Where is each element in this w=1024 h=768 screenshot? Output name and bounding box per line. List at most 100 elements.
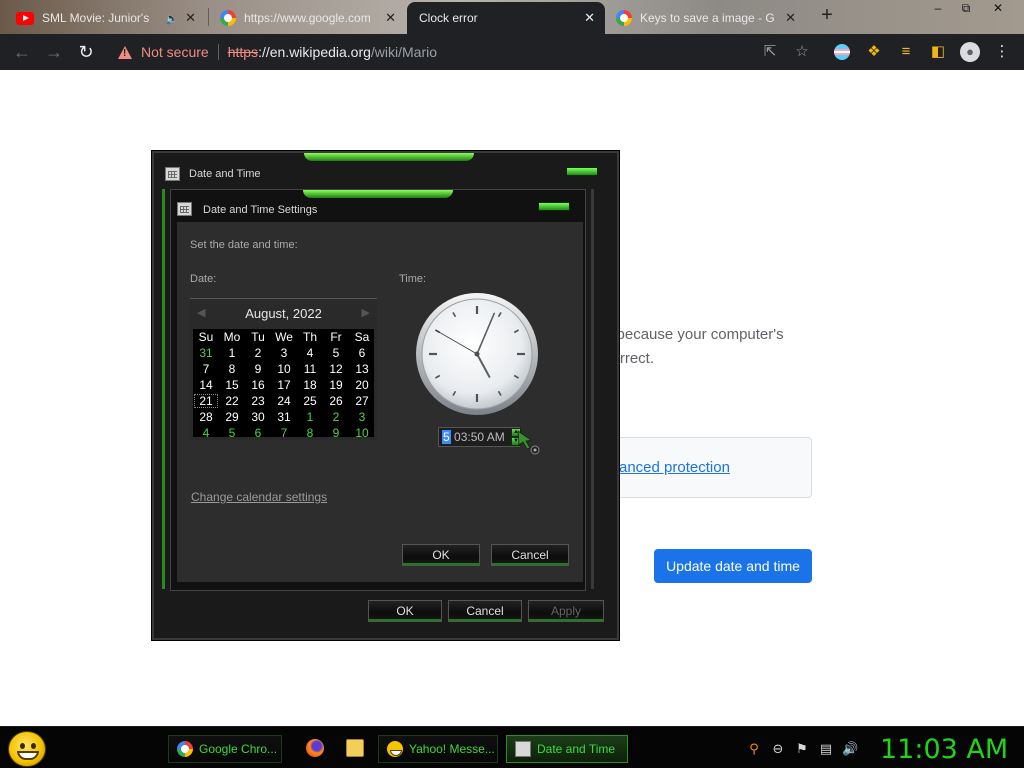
volume-icon[interactable]: 🔊 (842, 741, 858, 757)
reading-list-icon[interactable]: ≡ (896, 42, 916, 62)
calendar-day[interactable]: 12 (323, 361, 349, 377)
calendar-day[interactable]: 7 (271, 425, 297, 441)
tab-google[interactable]: https://www.google.com ✕ (210, 2, 406, 34)
firefox-icon[interactable] (306, 739, 324, 757)
new-tab-button[interactable]: + (816, 4, 838, 28)
speaker-icon[interactable]: 🔈 (165, 12, 179, 25)
tab-title: Clock error (419, 11, 478, 25)
tab-close-icon[interactable]: ✕ (584, 10, 595, 26)
calendar-day[interactable]: 17 (271, 377, 297, 393)
outer-cancel-button[interactable]: Cancel (448, 600, 522, 622)
cancel-button[interactable]: Cancel (491, 544, 569, 566)
scroll-track[interactable] (591, 189, 594, 589)
close-window-button[interactable]: ✕ (984, 0, 1012, 18)
calendar-day[interactable]: 20 (349, 377, 375, 393)
calendar-day[interactable]: 6 (245, 425, 271, 441)
calendar-day[interactable]: 25 (297, 393, 323, 409)
start-button[interactable] (8, 731, 46, 767)
time-input[interactable]: 5 03:50 AM (438, 427, 520, 447)
restore-button[interactable]: ⧉ (952, 0, 980, 18)
calendar-day[interactable]: 22 (219, 393, 245, 409)
tab-clock-error[interactable]: Clock error ✕ (407, 2, 605, 34)
change-calendar-settings-link[interactable]: Change calendar settings (191, 490, 327, 504)
taskbar-clock[interactable]: 11:03 AM (880, 734, 1008, 765)
month-year-header[interactable]: August, 2022 (190, 306, 377, 321)
calendar-day[interactable]: 10 (271, 361, 297, 377)
close-button[interactable] (566, 167, 598, 176)
forward-button[interactable]: → (42, 40, 66, 64)
calendar-day[interactable]: 8 (219, 361, 245, 377)
extension-flag-icon[interactable] (832, 42, 852, 62)
back-button[interactable]: ← (10, 40, 34, 64)
calendar-day[interactable]: 3 (271, 345, 297, 361)
ok-button[interactable]: OK (402, 544, 480, 566)
reload-button[interactable]: ↻ (74, 40, 98, 64)
tab-youtube[interactable]: SML Movie: Junior's 🔈 ✕ (6, 2, 206, 34)
close-button[interactable] (538, 202, 570, 211)
calendar-day[interactable]: 28 (193, 409, 219, 425)
calendar-day[interactable]: 1 (219, 345, 245, 361)
tab-close-icon[interactable]: ✕ (385, 10, 396, 26)
calendar-day[interactable]: 18 (297, 377, 323, 393)
minimize-button[interactable]: – (924, 0, 952, 18)
calendar-day[interactable]: 2 (245, 345, 271, 361)
outer-ok-button[interactable]: OK (368, 600, 442, 622)
calendar-day[interactable]: 7 (193, 361, 219, 377)
calendar-day[interactable]: 26 (323, 393, 349, 409)
taskbar-item-yahoo[interactable]: Yahoo! Messe... (378, 735, 498, 763)
next-month-button[interactable]: ▶ (362, 306, 370, 319)
calendar-day[interactable]: 23 (245, 393, 271, 409)
calendar-day[interactable]: 31 (271, 409, 297, 425)
calendar-day[interactable]: 4 (297, 345, 323, 361)
tab-keys-save-image[interactable]: Keys to save a image - G ✕ (606, 2, 806, 34)
search-icon[interactable]: ⚲ (746, 741, 762, 757)
calendar-day[interactable]: 29 (219, 409, 245, 425)
taskbar-item-date-time[interactable]: Date and Time (506, 735, 628, 763)
menu-kebab-icon[interactable]: ⋮ (992, 42, 1012, 62)
bookmark-star-icon[interactable]: ☆ (792, 42, 812, 62)
network-icon[interactable]: ▤ (818, 741, 834, 757)
calendar-day[interactable]: 3 (349, 409, 375, 425)
share-icon[interactable]: ⇱ (760, 42, 780, 62)
calendar-day[interactable]: 11 (297, 361, 323, 377)
calendar-day[interactable]: 15 (219, 377, 245, 393)
weekday-header: Fr (330, 330, 342, 344)
calendar-day[interactable]: 9 (323, 425, 349, 441)
calendar-day[interactable]: 2 (323, 409, 349, 425)
weekday-header: Mo (223, 330, 241, 344)
folder-icon[interactable] (346, 739, 364, 757)
calendar-day[interactable]: 1 (297, 409, 323, 425)
action-center-flag-icon[interactable]: ⚑ (794, 741, 810, 757)
minus-circle-icon[interactable]: ⊖ (770, 741, 786, 757)
calendar-day[interactable]: 9 (245, 361, 271, 377)
calendar-day[interactable]: 8 (297, 425, 323, 441)
calendar-day[interactable]: 5 (323, 345, 349, 361)
calendar: ◀ August, 2022 ▶ Su Mo Tu We Th Fr Sa 31 1 2 3 4 5 6 7… (190, 298, 377, 440)
tab-close-icon[interactable]: ✕ (185, 10, 196, 26)
enhanced-protection-link[interactable]: anced protection (619, 459, 730, 476)
extensions-puzzle-icon[interactable]: ❖ (864, 42, 884, 62)
calendar-day[interactable]: 6 (349, 345, 375, 361)
side-panel-icon[interactable]: ◧ (928, 42, 948, 62)
update-date-time-button[interactable]: Update date and time (654, 549, 812, 583)
time-hour-segment[interactable]: 5 (442, 430, 451, 444)
security-status[interactable]: Not secure (141, 44, 209, 60)
calendar-day[interactable]: 24 (271, 393, 297, 409)
calendar-day[interactable]: 16 (245, 377, 271, 393)
calendar-day[interactable]: 13 (349, 361, 375, 377)
address-bar[interactable]: Not secure https://en.wikipedia.org/wiki… (112, 38, 752, 66)
calendar-day[interactable]: 4 (193, 425, 219, 441)
tab-close-icon[interactable]: ✕ (785, 10, 796, 26)
profile-avatar[interactable]: ● (960, 42, 980, 62)
calendar-day[interactable]: 10 (349, 425, 375, 441)
apply-button[interactable]: Apply (528, 600, 604, 622)
calendar-day[interactable]: 14 (193, 377, 219, 393)
calendar-day[interactable]: 5 (219, 425, 245, 441)
calendar-day[interactable]: 21 (193, 393, 219, 409)
calendar-day[interactable]: 31 (193, 345, 219, 361)
calendar-day[interactable]: 30 (245, 409, 271, 425)
taskbar-item-chrome[interactable]: Google Chro... (168, 735, 282, 763)
taskbar-item-label: Yahoo! Messe... (409, 742, 495, 756)
calendar-day[interactable]: 27 (349, 393, 375, 409)
calendar-day[interactable]: 19 (323, 377, 349, 393)
